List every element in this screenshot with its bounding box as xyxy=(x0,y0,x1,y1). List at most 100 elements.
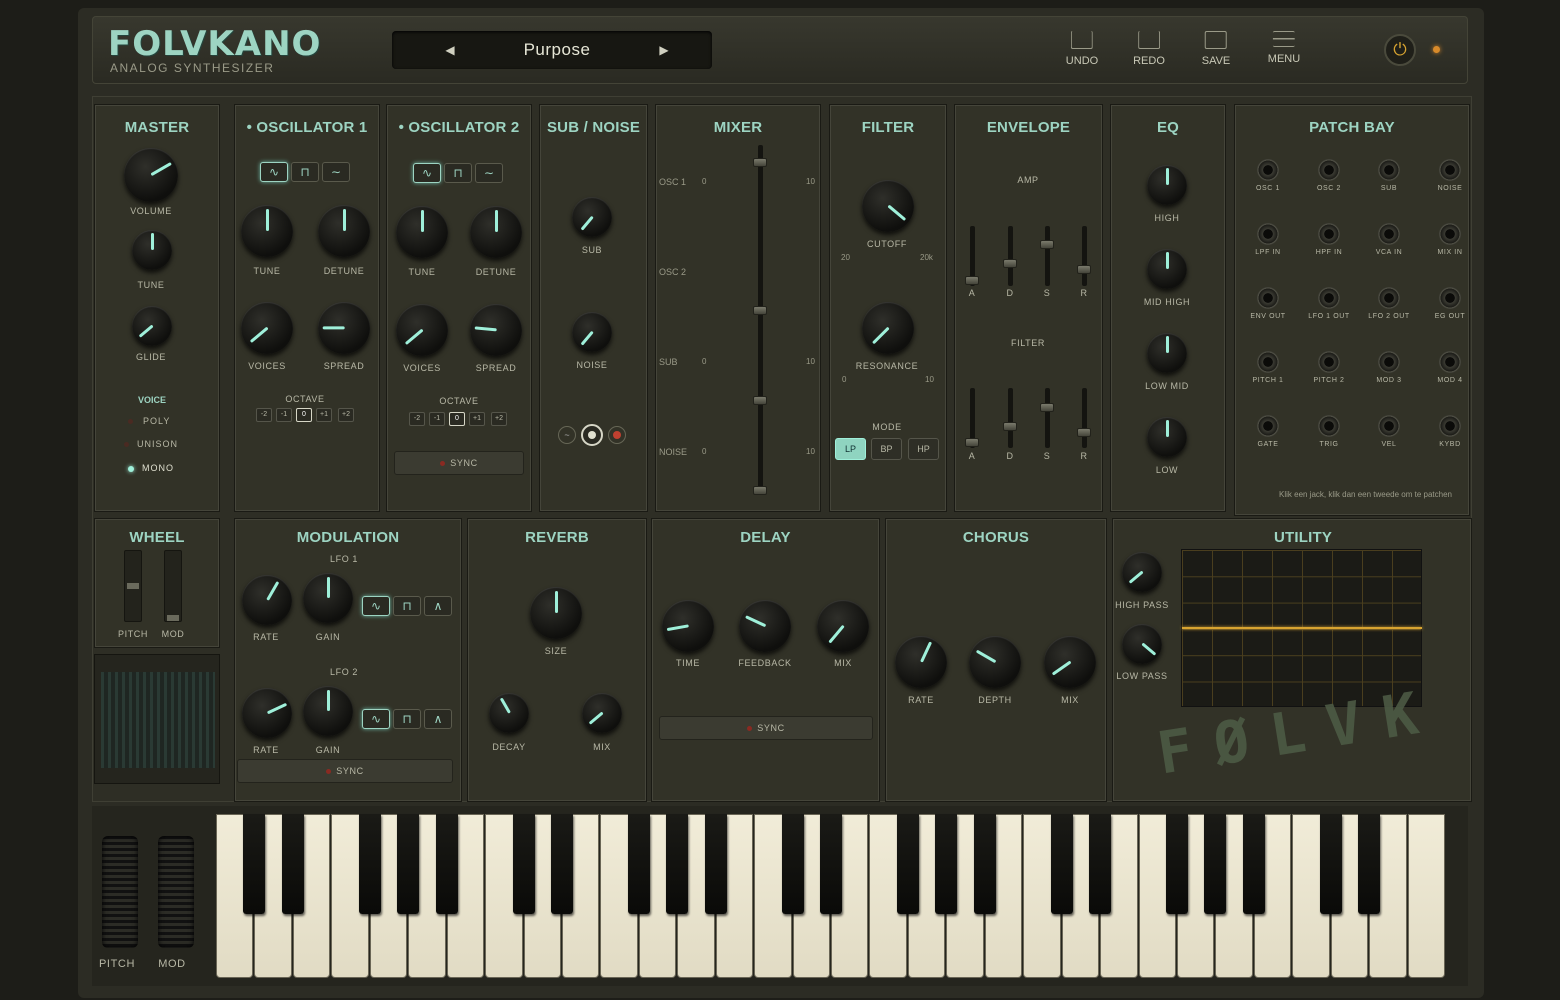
mixer-sub-fader[interactable] xyxy=(753,396,767,405)
pitch-wheel-slot[interactable] xyxy=(124,550,142,622)
osc2-spread-knob[interactable] xyxy=(470,304,522,356)
patch-jack-pitch-2[interactable] xyxy=(1318,351,1340,373)
patch-jack-osc-2[interactable] xyxy=(1318,159,1340,181)
utility-low-pass-knob[interactable] xyxy=(1122,624,1162,664)
eq-low-mid-knob[interactable] xyxy=(1147,333,1187,373)
osc2-voices-knob[interactable] xyxy=(396,304,448,356)
eq-mid-high-knob[interactable] xyxy=(1147,249,1187,289)
black-key[interactable] xyxy=(281,814,304,914)
mixer-osc2-fader[interactable] xyxy=(753,306,767,315)
amp-sustain-fader[interactable] xyxy=(1040,240,1054,249)
lfo1-triangle-button[interactable]: ∧ xyxy=(424,596,452,616)
lfo1-rate-knob[interactable] xyxy=(242,575,292,625)
black-key[interactable] xyxy=(627,814,650,914)
osc2-octave-0[interactable]: 0 xyxy=(449,412,465,426)
lfo1-gain-knob[interactable] xyxy=(303,573,353,623)
patch-jack-trig[interactable] xyxy=(1318,415,1340,437)
utility-high-pass-knob[interactable] xyxy=(1122,552,1162,592)
patch-jack-lfo-1-out[interactable] xyxy=(1318,287,1340,309)
patch-jack-noise[interactable] xyxy=(1439,159,1461,181)
patch-jack-lfo-2-out[interactable] xyxy=(1378,287,1400,309)
undo-button[interactable]: UNDO xyxy=(1066,31,1098,67)
black-key[interactable] xyxy=(935,814,958,914)
delay-mix-knob[interactable] xyxy=(817,600,869,652)
voice-mono-option[interactable]: MONO xyxy=(128,463,174,473)
patch-jack-pitch-1[interactable] xyxy=(1257,351,1279,373)
black-key[interactable] xyxy=(820,814,842,914)
black-key[interactable] xyxy=(1358,814,1381,914)
delay-feedback-knob[interactable] xyxy=(739,600,791,652)
pitch-bend-wheel[interactable] xyxy=(102,836,138,948)
master-volume-knob[interactable] xyxy=(124,148,178,202)
osc1-saw-wave-button[interactable]: ∿ xyxy=(260,162,288,182)
patch-jack-env-out[interactable] xyxy=(1257,287,1279,309)
black-key[interactable] xyxy=(243,814,266,914)
black-key[interactable] xyxy=(666,814,689,914)
reverb-decay-knob[interactable] xyxy=(489,693,529,733)
osc1-square-wave-button[interactable]: ⊓ xyxy=(291,162,319,182)
noise-white-button[interactable] xyxy=(581,424,603,446)
lfo2-square-button[interactable]: ⊓ xyxy=(393,709,421,729)
chorus-mix-knob[interactable] xyxy=(1044,636,1096,688)
preset-name[interactable]: Purpose xyxy=(470,40,644,60)
noise-level-knob[interactable] xyxy=(572,312,612,352)
osc2-tune-knob[interactable] xyxy=(396,206,448,258)
filter-mode-hp[interactable]: HP xyxy=(908,438,939,460)
lfo1-sine-button[interactable]: ∿ xyxy=(362,596,390,616)
patch-jack-osc-1[interactable] xyxy=(1257,159,1279,181)
reverb-mix-knob[interactable] xyxy=(582,693,622,733)
white-key[interactable] xyxy=(1407,814,1445,978)
voice-poly-option[interactable]: POLY xyxy=(128,416,170,426)
patch-jack-mod-3[interactable] xyxy=(1378,351,1400,373)
chorus-depth-knob[interactable] xyxy=(969,636,1021,688)
lfo2-rate-knob[interactable] xyxy=(242,688,292,738)
osc2-octave-minus1[interactable]: -1 xyxy=(429,412,445,426)
black-key[interactable] xyxy=(1319,814,1342,914)
master-glide-knob[interactable] xyxy=(132,306,172,346)
osc1-octave-0[interactable]: 0 xyxy=(296,408,312,422)
preset-next-button[interactable]: ▶ xyxy=(654,40,674,60)
osc1-sine-wave-button[interactable]: ∼ xyxy=(322,162,350,182)
lfo1-square-button[interactable]: ⊓ xyxy=(393,596,421,616)
osc1-octave-plus1[interactable]: +1 xyxy=(316,408,332,422)
black-key[interactable] xyxy=(704,814,727,914)
black-key[interactable] xyxy=(397,814,420,914)
osc2-saw-wave-button[interactable]: ∿ xyxy=(413,163,441,183)
patch-jack-mix-in[interactable] xyxy=(1439,223,1461,245)
patch-jack-kybd[interactable] xyxy=(1439,415,1461,437)
noise-wave-icon[interactable]: ~ xyxy=(558,426,576,444)
filter-mode-bp[interactable]: BP xyxy=(871,438,902,460)
voice-unison-option[interactable]: UNISON xyxy=(124,439,178,449)
patch-jack-eg-out[interactable] xyxy=(1439,287,1461,309)
mod-wheel[interactable] xyxy=(158,836,194,948)
modulation-sync-button[interactable]: SYNC xyxy=(237,759,453,783)
osc1-voices-knob[interactable] xyxy=(241,302,293,354)
osc2-detune-knob[interactable] xyxy=(470,206,522,258)
osc1-octave-plus2[interactable]: +2 xyxy=(338,408,354,422)
filter-env-decay-fader[interactable] xyxy=(1003,422,1017,431)
black-key[interactable] xyxy=(512,814,535,914)
osc2-octave-minus2[interactable]: -2 xyxy=(409,412,425,426)
noise-pink-button[interactable] xyxy=(608,426,626,444)
black-key[interactable] xyxy=(358,814,381,914)
patch-jack-sub[interactable] xyxy=(1378,159,1400,181)
osc1-detune-knob[interactable] xyxy=(318,205,370,257)
osc2-square-wave-button[interactable]: ⊓ xyxy=(444,163,472,183)
filter-env-sustain-fader[interactable] xyxy=(1040,403,1054,412)
black-key[interactable] xyxy=(550,814,573,914)
osc1-octave-minus1[interactable]: -1 xyxy=(276,408,292,422)
osc2-octave-plus1[interactable]: +1 xyxy=(469,412,485,426)
osc2-octave-plus2[interactable]: +2 xyxy=(491,412,507,426)
chorus-rate-knob[interactable] xyxy=(895,636,947,688)
mod-wheel-slot[interactable] xyxy=(164,550,182,622)
delay-time-knob[interactable] xyxy=(662,600,714,652)
amp-attack-fader[interactable] xyxy=(965,276,979,285)
black-key[interactable] xyxy=(435,814,458,914)
reverb-size-knob[interactable] xyxy=(530,587,582,639)
menu-button[interactable]: MENU xyxy=(1268,31,1300,65)
patch-jack-lpf-in[interactable] xyxy=(1257,223,1279,245)
osc2-sine-wave-button[interactable]: ∼ xyxy=(475,163,503,183)
black-key[interactable] xyxy=(1089,814,1112,914)
black-key[interactable] xyxy=(896,814,919,914)
patch-jack-hpf-in[interactable] xyxy=(1318,223,1340,245)
